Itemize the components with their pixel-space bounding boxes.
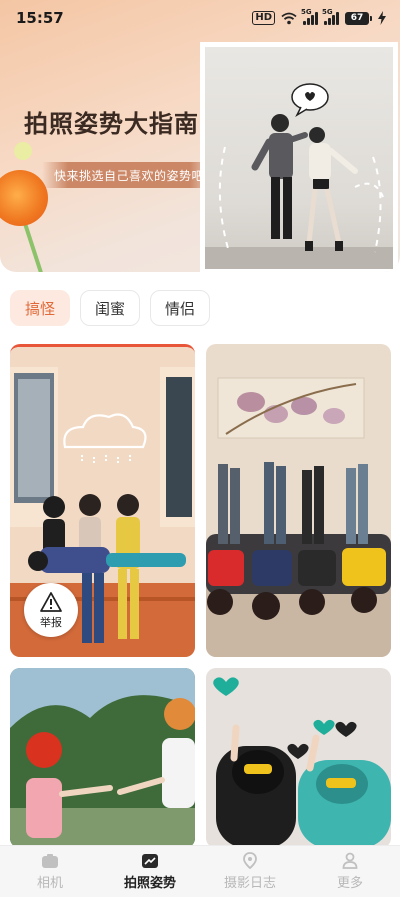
battery-level: 67 [345,11,369,25]
pose-icon [142,853,158,868]
hero-banner[interactable]: 拍照姿势大指南 快来挑选自己喜欢的姿势吧 [0,0,400,272]
nav-pose-label: 拍照姿势 [123,875,176,891]
report-label: 举报 [40,615,62,629]
screen: 拍照姿势大指南 快来挑选自己喜欢的姿势吧 15:57 HD 5G 5G 67 搞… [0,0,400,897]
pose-card[interactable] [10,668,195,848]
person-icon [342,852,358,869]
location-pin-icon [243,852,257,869]
nav-camera-label: 相机 [36,875,63,891]
decor-flower [0,170,48,226]
category-tabs: 搞怪 闺蜜 情侣 [10,290,211,326]
nav-camera[interactable]: 相机 [0,846,100,897]
nav-photo-log-label: 摄影日志 [223,876,276,891]
status-time: 15:57 [16,9,64,27]
report-button[interactable]: 举报 [24,583,78,637]
pose-card[interactable] [206,344,391,657]
decor-flower-small [14,142,32,160]
battery-icon: 67 [345,11,372,25]
banner-photo-frame [200,42,398,272]
signal-2-icon: 5G [322,8,339,25]
hd-badge: HD [252,11,275,25]
nav-pose[interactable]: 拍照姿势 [100,846,200,897]
tab-funny[interactable]: 搞怪 [10,290,71,326]
nav-photo-log[interactable]: 摄影日志 [200,846,300,897]
tab-couple[interactable]: 情侣 [150,290,211,326]
banner-photo [205,47,393,269]
nav-more[interactable]: 更多 [300,846,400,897]
wifi-icon [281,12,297,24]
status-bar: 15:57 HD 5G 5G 67 [0,0,400,36]
banner-subtitle: 快来挑选自己喜欢的姿势吧 [42,162,217,188]
banner-title: 拍照姿势大指南 [24,109,199,138]
nav-more-label: 更多 [336,876,363,891]
warning-icon [40,591,62,612]
pose-card[interactable] [206,668,391,848]
bottom-nav: 相机 拍照姿势 摄影日志 更多 [0,845,400,897]
charging-icon [378,11,386,25]
signal-1-icon: 5G [301,8,318,25]
status-icons: HD 5G 5G 67 [252,8,386,25]
camera-icon [42,853,58,868]
tab-besties[interactable]: 闺蜜 [80,290,141,326]
pose-card[interactable]: 举报 [10,344,195,657]
